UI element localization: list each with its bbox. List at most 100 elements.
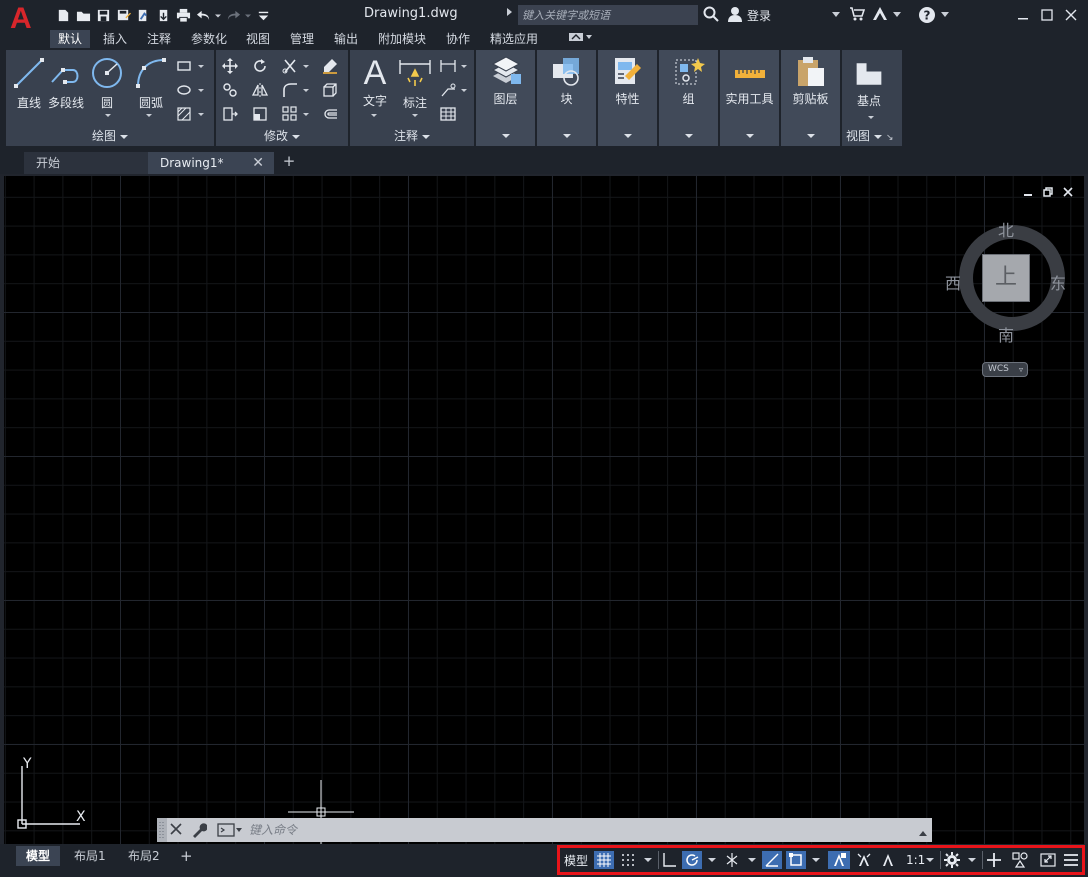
- move-icon[interactable]: [220, 56, 240, 76]
- polar-tracking-icon[interactable]: [682, 851, 702, 869]
- undo-dropdown-icon[interactable]: [214, 7, 222, 23]
- tab-annotate[interactable]: 注释: [139, 30, 179, 48]
- file-tab-drawing1[interactable]: Drawing1* ✕: [148, 152, 274, 174]
- object-snap-icon[interactable]: [786, 851, 806, 869]
- isometric-dropdown-icon[interactable]: [748, 858, 756, 862]
- layers-panel[interactable]: 图层: [476, 50, 535, 146]
- leader-icon[interactable]: [438, 80, 458, 100]
- isometric-drafting-icon[interactable]: [722, 851, 742, 869]
- 3d-array-icon[interactable]: [320, 80, 340, 100]
- command-history-arrow-icon[interactable]: [918, 826, 928, 840]
- dimension-dropdown-icon[interactable]: [412, 114, 418, 117]
- layout-tab-layout2[interactable]: 布局2: [118, 846, 170, 866]
- tab-insert[interactable]: 插入: [95, 30, 135, 48]
- hatch-icon[interactable]: [174, 80, 194, 100]
- annotation-scale-value[interactable]: 1:1: [906, 851, 925, 869]
- auto-scale-icon[interactable]: [854, 851, 874, 869]
- groups-panel[interactable]: 组: [659, 50, 718, 146]
- close-window-icon[interactable]: [1062, 6, 1080, 24]
- login-dropdown-icon[interactable]: [832, 12, 840, 18]
- search-icon[interactable]: [703, 6, 719, 22]
- save-as-icon[interactable]: [114, 7, 132, 23]
- viewport-minimize-icon[interactable]: [1022, 186, 1034, 198]
- snap-mode-icon[interactable]: [618, 851, 638, 869]
- erase-icon[interactable]: [320, 56, 340, 76]
- redo-dropdown-icon[interactable]: [244, 7, 252, 23]
- viewcube-top-face[interactable]: 上: [982, 254, 1030, 302]
- ellipse-dropdown-icon[interactable]: [198, 89, 204, 92]
- help-icon[interactable]: ?: [918, 6, 936, 24]
- modify-panel-title[interactable]: 修改: [216, 128, 348, 144]
- undo-icon[interactable]: [194, 7, 212, 23]
- polar-dropdown-icon[interactable]: [708, 858, 716, 862]
- arc-dropdown-icon[interactable]: [146, 114, 152, 117]
- help-dropdown-icon[interactable]: [941, 12, 949, 18]
- polyline-tool[interactable]: 多段线: [48, 56, 84, 111]
- viewport-restore-icon[interactable]: [1042, 186, 1054, 198]
- draw-panel-title[interactable]: 绘图: [6, 128, 214, 144]
- recent-commands-icon[interactable]: [217, 823, 243, 840]
- workspace-dropdown-icon[interactable]: [968, 858, 976, 862]
- view-panel-title[interactable]: 视图 ↘: [842, 128, 902, 144]
- utilities-panel[interactable]: 实用工具: [720, 50, 779, 146]
- tab-view[interactable]: 视图: [238, 30, 278, 48]
- text-tool[interactable]: A 文字: [358, 54, 392, 109]
- annotation-panel-title[interactable]: 注释: [350, 128, 474, 144]
- compass-south[interactable]: 南: [998, 322, 1014, 346]
- trim-dropdown-icon[interactable]: [303, 65, 309, 68]
- print-icon[interactable]: [174, 7, 192, 23]
- annotation-visibility-icon[interactable]: [828, 851, 850, 869]
- tab-parametric[interactable]: 参数化: [183, 30, 235, 48]
- clean-screen-icon[interactable]: [1038, 851, 1058, 869]
- compass-east[interactable]: 东: [1050, 270, 1066, 294]
- open-folder-icon[interactable]: [74, 7, 92, 23]
- table-icon[interactable]: [438, 104, 458, 124]
- arc-tool[interactable]: 圆弧: [134, 56, 168, 111]
- command-close-icon[interactable]: [169, 822, 183, 839]
- layout-tab-model[interactable]: 模型: [16, 846, 61, 866]
- command-customize-wrench-icon[interactable]: [191, 822, 208, 841]
- object-snap-dropdown-icon[interactable]: [812, 858, 820, 862]
- circle-tool[interactable]: 圆: [90, 56, 124, 111]
- line-tool[interactable]: 直线: [12, 56, 46, 111]
- viewcube[interactable]: 北 南 西 东 上 WCS ▿: [945, 214, 1066, 382]
- minimize-icon[interactable]: [1014, 6, 1032, 24]
- close-tab-icon[interactable]: ✕: [252, 152, 264, 174]
- rectangle-dropdown-icon[interactable]: [198, 65, 204, 68]
- dimension-tool[interactable]: 标注: [398, 56, 432, 111]
- tab-featured-apps[interactable]: 精选应用: [482, 30, 546, 48]
- command-line-grip[interactable]: [157, 818, 167, 842]
- save-to-web-icon[interactable]: [154, 7, 172, 23]
- viewport-close-icon[interactable]: [1062, 186, 1074, 198]
- array-dropdown-icon[interactable]: [303, 113, 309, 116]
- tab-output[interactable]: 输出: [326, 30, 366, 48]
- maximize-icon[interactable]: [1038, 6, 1056, 24]
- compass-west[interactable]: 西: [945, 270, 961, 294]
- annotation-monitor-plus-icon[interactable]: [982, 851, 1004, 869]
- tab-collaborate[interactable]: 协作: [438, 30, 478, 48]
- workspace-switching-gear-icon[interactable]: [940, 851, 962, 869]
- text-dropdown-icon[interactable]: [371, 114, 377, 117]
- rectangle-icon[interactable]: [174, 56, 194, 76]
- block-panel[interactable]: 块: [537, 50, 596, 146]
- snap-dropdown-icon[interactable]: [644, 858, 652, 862]
- mirror-icon[interactable]: [250, 80, 270, 100]
- tab-default[interactable]: 默认: [50, 30, 91, 48]
- file-tab-start[interactable]: 开始: [24, 152, 152, 174]
- copy-icon[interactable]: [220, 80, 240, 100]
- command-input[interactable]: [245, 818, 925, 842]
- offset-icon[interactable]: [320, 104, 340, 124]
- drawing-canvas[interactable]: Y X: [4, 176, 1084, 844]
- rotate-icon[interactable]: [250, 56, 270, 76]
- login-button[interactable]: 登录: [747, 7, 771, 24]
- stretch-icon[interactable]: [220, 104, 240, 124]
- scale-dropdown-icon[interactable]: [926, 858, 934, 862]
- base-view-dropdown-icon[interactable]: [868, 116, 874, 119]
- wcs-menu[interactable]: WCS ▿: [982, 362, 1028, 377]
- hatch-dropdown-icon[interactable]: [198, 113, 204, 116]
- model-space-toggle[interactable]: 模型: [564, 851, 588, 869]
- user-icon[interactable]: [727, 6, 743, 22]
- new-file-icon[interactable]: [54, 7, 72, 23]
- fillet-dropdown-icon[interactable]: [303, 89, 309, 92]
- a360-dropdown-icon[interactable]: [893, 12, 901, 18]
